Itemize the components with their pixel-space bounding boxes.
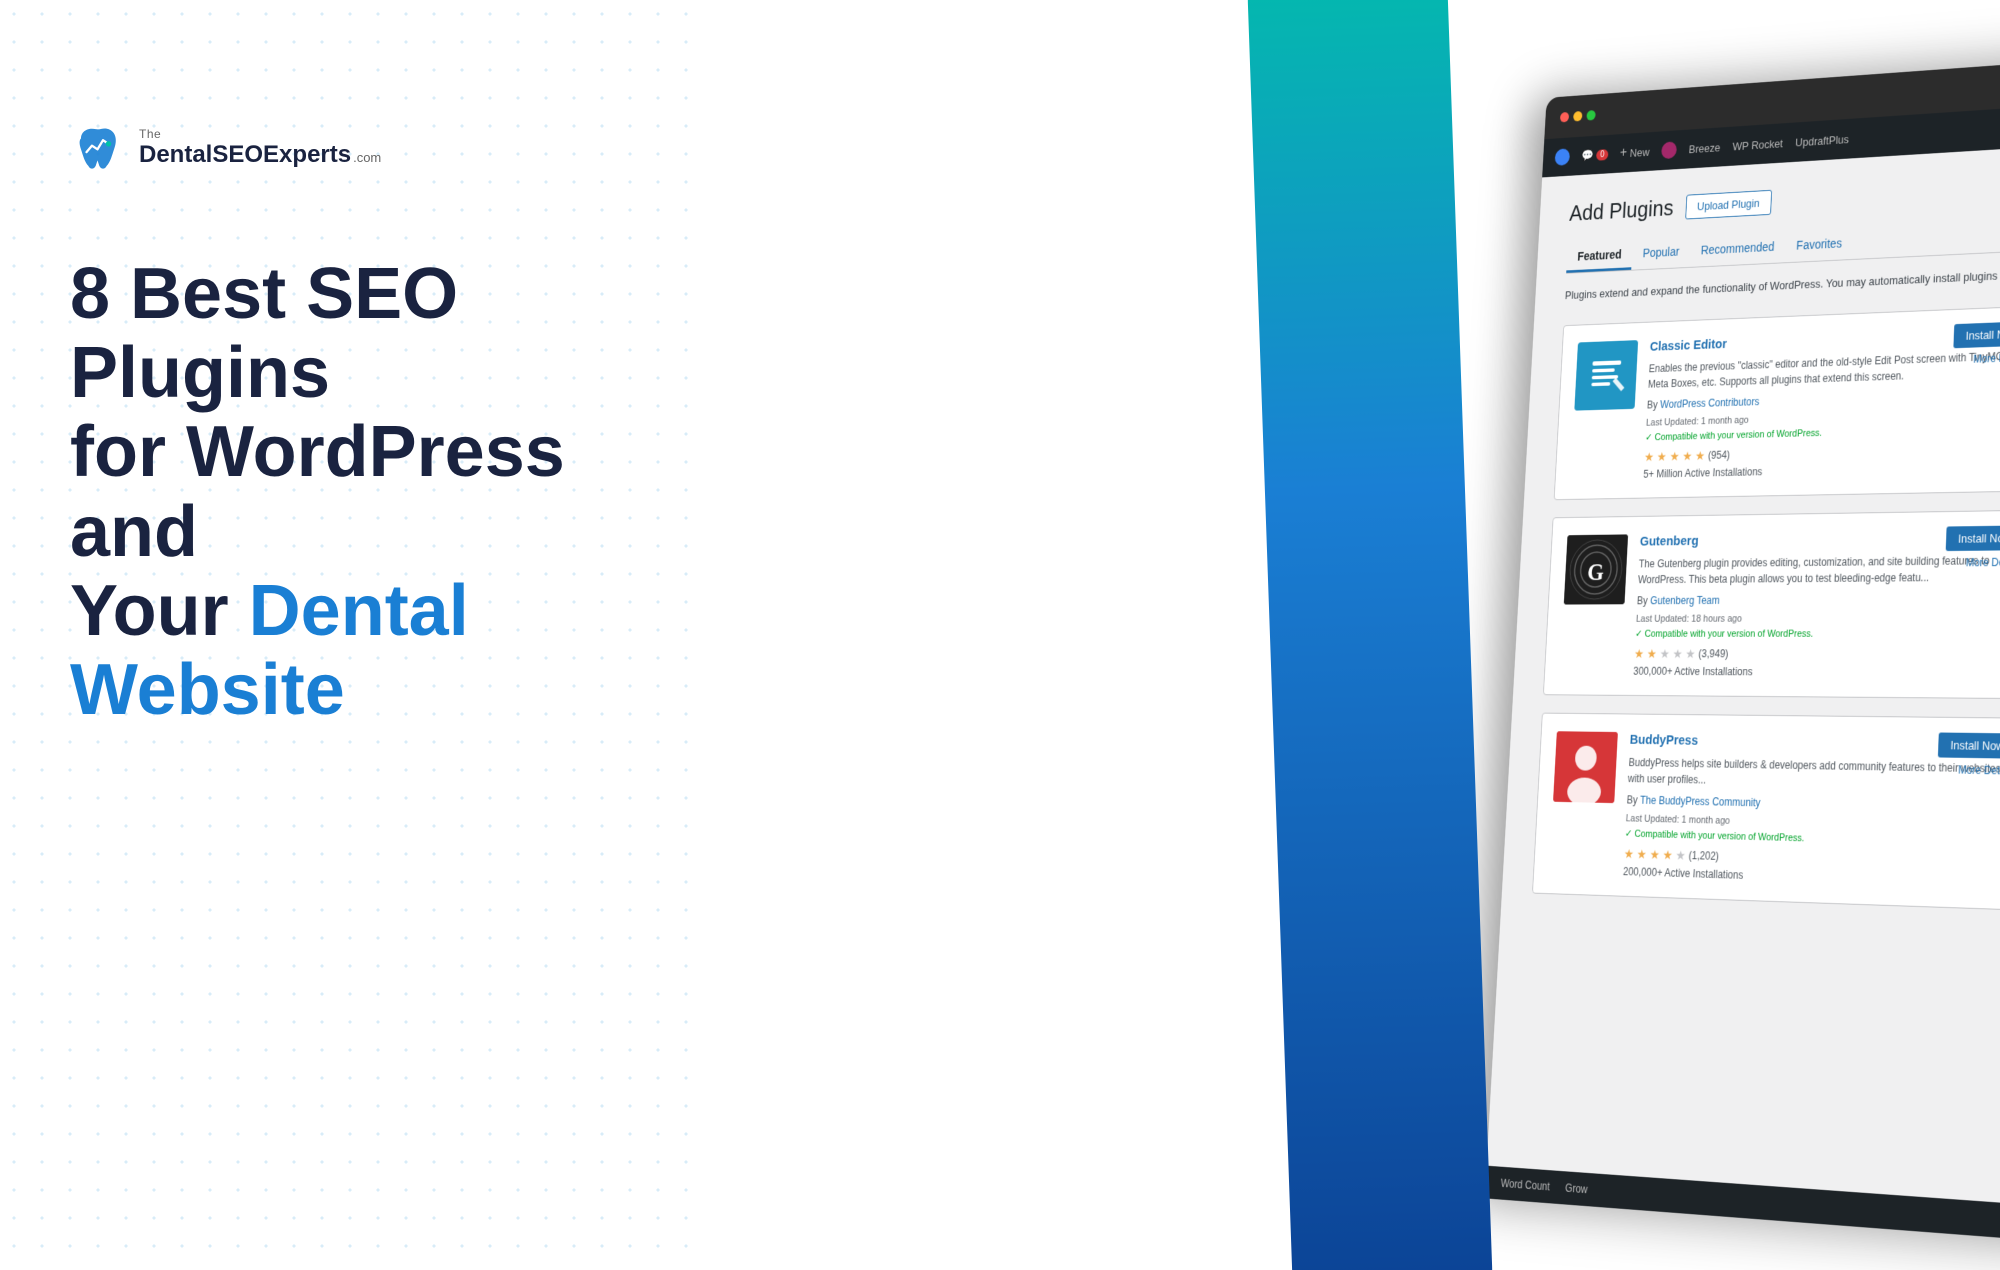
plugin-card-gutenberg: G Gutenberg The Gutenberg plugin provide… xyxy=(1543,509,2000,698)
brand-dental: Dental xyxy=(139,141,212,169)
gutenberg-icon: G xyxy=(1564,534,1628,604)
plugin-cards-grid: Classic Editor Enables the previous "cla… xyxy=(1532,281,2000,930)
buddypress-more-details[interactable]: More Details xyxy=(1958,763,2000,777)
gutenberg-stars: ★ ★ ★ ★ ★ (3,949) xyxy=(1634,646,2000,662)
tab-recommended[interactable]: Recommended xyxy=(1689,232,1786,267)
browser-dots xyxy=(1560,110,1596,122)
comment-icon: 💬 xyxy=(1581,148,1594,162)
new-button[interactable]: New xyxy=(1620,144,1650,161)
logo-icon xyxy=(70,120,125,175)
wp-rocket-item[interactable]: WP Rocket xyxy=(1732,137,1783,153)
heading-line1: 8 Best SEO Plugins xyxy=(70,254,458,413)
wp-content-area: Add Plugins Upload Plugin Featured Popul… xyxy=(1485,109,2000,1270)
classic-editor-meta: Last Updated: 1 month ago Compatible wit… xyxy=(1645,407,2000,443)
classic-editor-info: Classic Editor Enables the previous "cla… xyxy=(1643,325,2000,480)
tab-featured[interactable]: Featured xyxy=(1566,240,1633,273)
main-heading: 8 Best SEO Plugins for WordPress and You… xyxy=(70,255,640,730)
classic-editor-more-details[interactable]: More Details xyxy=(1973,351,2000,366)
buddypress-install-btn[interactable]: Install Now xyxy=(1938,732,2000,758)
gutenberg-author: By Gutenberg Team xyxy=(1637,592,2000,606)
gutenberg-meta: Last Updated: 18 hours ago Compatible wi… xyxy=(1635,613,2000,640)
classic-editor-icon xyxy=(1574,340,1638,411)
plugin-card-classic-editor: Classic Editor Enables the previous "cla… xyxy=(1554,305,2000,500)
logo-text: The Dental SEO Experts .com xyxy=(139,127,381,169)
buddypress-author: By The BuddyPress Community xyxy=(1626,793,2000,814)
plugin-card-buddypress: BuddyPress BuddyPress helps site builder… xyxy=(1532,712,2000,910)
tab-popular[interactable]: Popular xyxy=(1631,237,1690,270)
buddypress-actions: Install Now More Details xyxy=(1938,732,2000,777)
classic-editor-author: By WordPress Contributors xyxy=(1647,387,2000,411)
browser-dot-green xyxy=(1586,110,1595,121)
logo-the: The xyxy=(139,127,381,141)
right-panel: 💬 0 New Breeze WP Rocket UpdraftPlus Add… xyxy=(630,0,2000,1270)
wp-comments-notif: 💬 0 xyxy=(1581,147,1608,162)
grow-item: Grow xyxy=(1565,1181,1588,1196)
buddypress-meta: Last Updated: 1 month ago Compatible wit… xyxy=(1625,813,2000,849)
updraftplus-item[interactable]: UpdraftPlus xyxy=(1795,132,1849,148)
yoast-icon xyxy=(1661,141,1677,159)
tab-favorites[interactable]: Favorites xyxy=(1785,228,1854,262)
page-title: Add Plugins xyxy=(1569,195,1674,227)
gutenberg-install-btn[interactable]: Install Now xyxy=(1946,525,2000,551)
arc-gradient xyxy=(1244,0,1495,1270)
heading-line2: for WordPress and xyxy=(70,412,565,571)
word-count-item: Word Count xyxy=(1500,1177,1550,1193)
browser-window: 💬 0 New Breeze WP Rocket UpdraftPlus Add… xyxy=(1485,18,2000,1270)
browser-dot-red xyxy=(1560,112,1569,123)
heading-line3-normal: Your xyxy=(70,571,249,651)
gutenberg-actions: Install Now More Details xyxy=(1945,525,2000,569)
classic-editor-desc: Enables the previous "classic" editor an… xyxy=(1648,347,2000,392)
upload-plugin-button[interactable]: Upload Plugin xyxy=(1685,190,1772,220)
comment-count: 0 xyxy=(1596,149,1608,161)
breeze-item[interactable]: Breeze xyxy=(1689,141,1721,156)
browser-dot-yellow xyxy=(1573,111,1582,122)
wp-logo xyxy=(1555,148,1571,166)
gutenberg-installs: 300,000+ Active Installations xyxy=(1633,665,2000,679)
brand-seo: SEO xyxy=(212,141,263,169)
brand-dotcom: .com xyxy=(353,150,381,165)
svg-text:G: G xyxy=(1587,558,1605,586)
gutenberg-more-details[interactable]: More Details xyxy=(1966,556,2000,569)
classic-editor-install-btn[interactable]: Install Now xyxy=(1954,321,2000,348)
buddypress-icon xyxy=(1553,731,1618,803)
classic-editor-actions: Install Now More Details xyxy=(1953,321,2000,366)
brand-experts: Experts xyxy=(263,141,351,169)
left-panel: The Dental SEO Experts .com 8 Best SEO P… xyxy=(0,0,710,1270)
logo-area: The Dental SEO Experts .com xyxy=(70,120,640,175)
gutenberg-info: Gutenberg The Gutenberg plugin provides … xyxy=(1633,529,2000,679)
